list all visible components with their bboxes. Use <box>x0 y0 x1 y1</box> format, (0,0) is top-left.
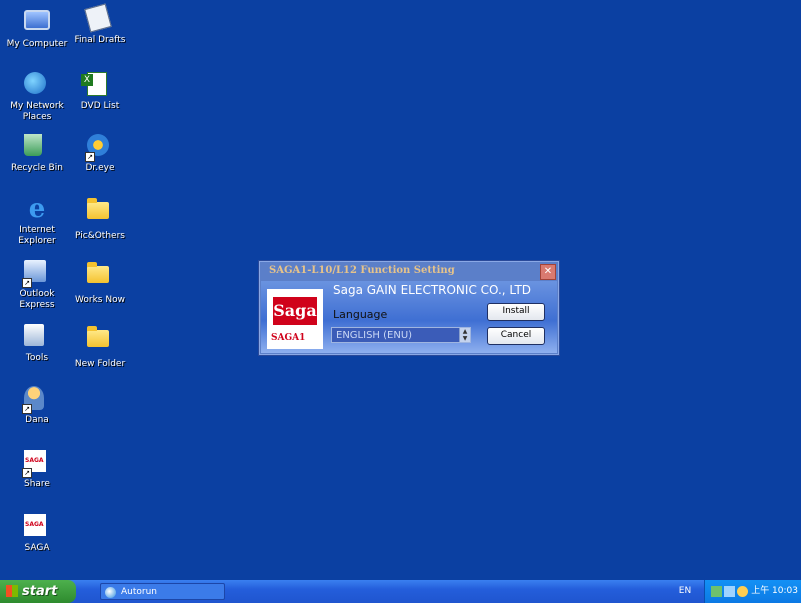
desktop-icon-label: New Folder <box>74 359 126 369</box>
desktop-icon-label: Outlook Express <box>19 289 55 310</box>
system-tray: 上午 10:03 <box>704 580 801 603</box>
shortcut-arrow-icon: ↗ <box>22 278 32 288</box>
desktop-icon-label: Internet Explorer <box>18 225 56 246</box>
computer-icon <box>24 10 50 36</box>
desktop-icon-my-network-places[interactable]: My Network Places <box>5 72 69 123</box>
desktop-icon-outlook-express[interactable]: ↗ Outlook Express <box>5 260 69 311</box>
shortcut-arrow-icon: ↗ <box>22 468 32 478</box>
dana-icon: ↗ <box>22 386 50 414</box>
tools-icon <box>24 324 50 350</box>
desktop-icon-dvd-list[interactable]: DVD List <box>68 72 132 112</box>
desktop-icon-new-folder[interactable]: New Folder <box>68 324 132 370</box>
desktop-icon-recycle-bin[interactable]: Recycle Bin <box>5 134 69 174</box>
desktop-icon-label: My Network Places <box>10 101 64 122</box>
desktop-icon-label: SAGA <box>24 543 50 553</box>
desktop-icon-dana[interactable]: ↗ Dana <box>5 386 69 426</box>
desktop-icon-label: Share <box>24 479 50 489</box>
saga-icon: ↗ <box>22 450 50 478</box>
monitor-tray-icon[interactable] <box>724 586 735 597</box>
desktop-icon-label: Recycle Bin <box>11 163 63 173</box>
start-button[interactable]: start <box>0 580 76 603</box>
saga-logo: Saga SAGA1 <box>267 289 323 349</box>
network-icon <box>24 72 50 98</box>
desktop-icon-final-drafts[interactable]: Final Drafts <box>68 3 132 46</box>
excel-icon <box>87 72 113 98</box>
desktop-icon-label: Dana <box>25 415 49 425</box>
taskbar-item-label: Autorun <box>121 587 158 597</box>
language-spinner-icon[interactable]: ▲ ▼ <box>459 328 470 342</box>
language-select-value: ENGLISH (ENU) <box>336 330 413 341</box>
saga-logo-sub: SAGA1 <box>271 333 306 343</box>
saga-logo-mark: Saga <box>273 297 317 325</box>
folder-icon <box>87 330 113 356</box>
desktop-icon-saga[interactable]: SAGA <box>5 514 69 554</box>
desktop-icon-label: Final Drafts <box>74 35 126 45</box>
desktop: My Computer My Network Places Recycle Bi… <box>0 0 801 580</box>
dreye-icon: ↗ <box>85 134 113 162</box>
folder-icon <box>87 202 113 228</box>
clock[interactable]: 上午 10:03 <box>751 580 798 603</box>
autorun-icon <box>105 587 116 598</box>
desktop-icon-label: My Computer <box>6 39 68 49</box>
install-button[interactable]: Install <box>487 303 545 321</box>
dialog-body: Saga SAGA1 Saga GAIN ELECTRONIC CO., LTD… <box>261 281 557 353</box>
ie-icon: e <box>28 194 46 224</box>
dialog-title: SAGA1-L10/L12 Function Setting <box>269 265 455 276</box>
desktop-icon-label: DVD List <box>80 101 120 111</box>
windows-flag-icon <box>6 585 18 597</box>
language-label: Language <box>333 308 388 321</box>
desktop-icon-works-now[interactable]: Works Now <box>68 260 132 306</box>
desktop-icon-share[interactable]: ↗ Share <box>5 450 69 490</box>
shortcut-arrow-icon: ↗ <box>85 152 95 162</box>
start-label: start <box>22 584 58 599</box>
desktop-icon-dreye[interactable]: ↗ Dr.eye <box>68 134 132 174</box>
recycle-bin-icon <box>24 134 50 160</box>
saga-icon <box>24 514 50 540</box>
desktop-icon-my-computer[interactable]: My Computer <box>5 6 69 50</box>
desktop-icon-label: Tools <box>25 353 49 363</box>
taskbar: start Autorun EN 上午 10:03 <box>0 580 801 603</box>
close-button[interactable]: ✕ <box>540 264 556 280</box>
language-indicator[interactable]: EN <box>668 580 702 603</box>
outlook-icon: ↗ <box>22 260 50 288</box>
cancel-button[interactable]: Cancel <box>487 327 545 345</box>
function-setting-dialog: SAGA1-L10/L12 Function Setting ✕ Saga SA… <box>258 260 560 356</box>
drafts-icon <box>84 3 113 33</box>
desktop-icon-label: Pic&Others <box>75 231 125 241</box>
desktop-icon-tools[interactable]: Tools <box>5 324 69 364</box>
user-tray-icon[interactable] <box>737 586 748 597</box>
desktop-icon-label: Works Now <box>75 295 125 305</box>
company-name: Saga GAIN ELECTRONIC CO., LTD <box>333 283 532 297</box>
language-select[interactable]: ENGLISH (ENU) ▲ ▼ <box>331 327 471 343</box>
shortcut-arrow-icon: ↗ <box>22 404 32 414</box>
network-tray-icon[interactable] <box>711 586 722 597</box>
desktop-icon-pic-others[interactable]: Pic&Others <box>68 196 132 242</box>
folder-icon <box>87 266 113 292</box>
desktop-icon-label: Dr.eye <box>85 163 115 173</box>
desktop-icon-internet-explorer[interactable]: e Internet Explorer <box>5 196 69 247</box>
taskbar-item-autorun[interactable]: Autorun <box>100 583 225 600</box>
